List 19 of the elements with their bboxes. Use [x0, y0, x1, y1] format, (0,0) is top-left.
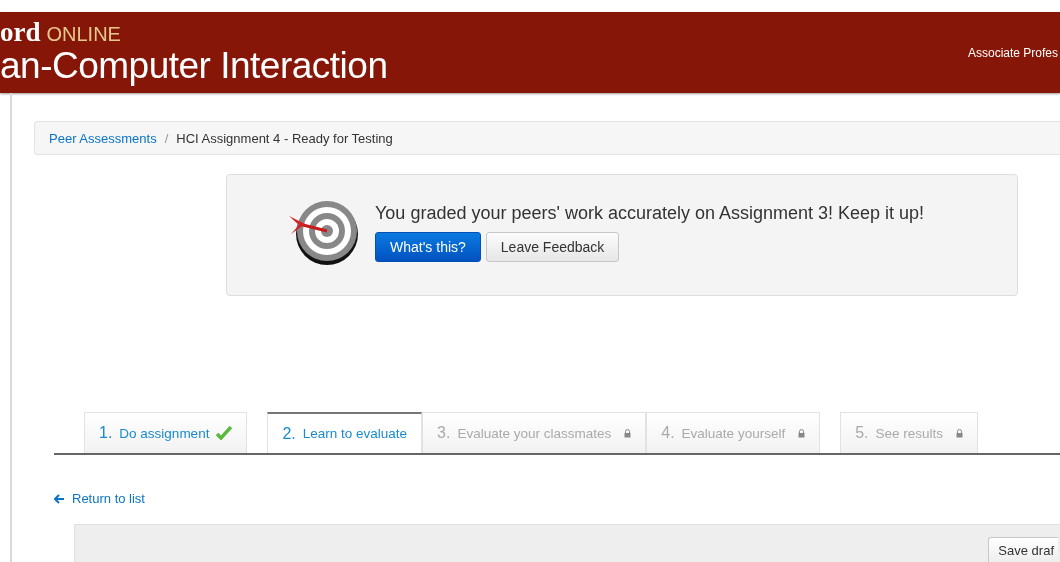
- lock-icon: [624, 428, 632, 438]
- feedback-button[interactable]: Leave Feedback: [485, 231, 620, 262]
- brand-name: ord: [0, 20, 41, 44]
- breadcrumb-link[interactable]: Peer Assessments: [49, 130, 157, 146]
- left-arrow-icon: [54, 493, 65, 504]
- return-link[interactable]: Return to list: [54, 491, 145, 506]
- info-button[interactable]: What's this?: [375, 231, 481, 262]
- save-draft-button[interactable]: Save draf: [988, 536, 1058, 562]
- brand-suffix: ONLINE: [46, 23, 121, 45]
- lock-icon: [798, 428, 806, 438]
- breadcrumb-current: HCI Assignment 4 - Ready for Testing: [176, 130, 393, 146]
- notice-message: You graded your peers' work accurately on Assignment 3! Keep it up!: [375, 202, 925, 224]
- lock-icon: [956, 428, 964, 438]
- breadcrumb-separator: /: [164, 130, 169, 146]
- step-tab[interactable]: 1. Do assignment: [84, 412, 248, 453]
- step-tab[interactable]: 2. Learn to evaluate: [267, 412, 423, 453]
- course-title: an-Computer Interaction: [0, 45, 388, 87]
- checkmark-icon: [216, 426, 233, 440]
- user-role[interactable]: Associate Profes: [967, 45, 1058, 60]
